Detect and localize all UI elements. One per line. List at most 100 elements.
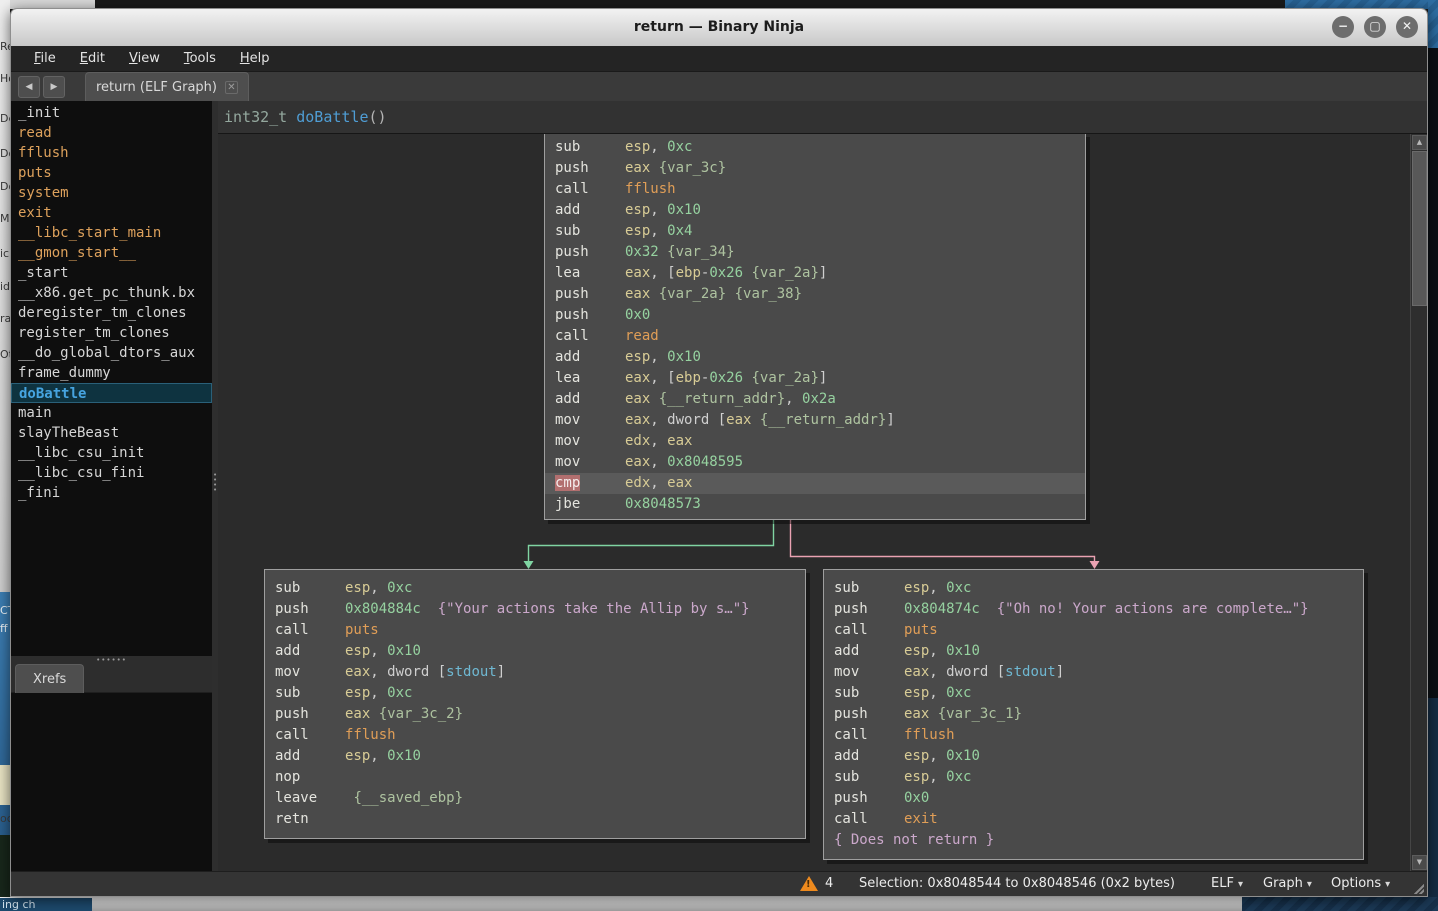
asm-line[interactable]: subesp, 0xc bbox=[824, 767, 1363, 788]
title-bar[interactable]: return — Binary Ninja − ▢ ✕ bbox=[11, 9, 1427, 46]
resize-grip-icon[interactable] bbox=[1412, 882, 1424, 894]
asm-line[interactable]: callread bbox=[545, 326, 1085, 347]
menu-item-tools[interactable]: Tools bbox=[173, 48, 227, 69]
sidebar-function-main[interactable]: main bbox=[11, 403, 212, 423]
close-button[interactable]: ✕ bbox=[1396, 16, 1418, 38]
desktop-text-fragment: Ot bbox=[0, 348, 10, 361]
asm-line[interactable]: subesp, 0xc bbox=[265, 578, 805, 599]
statusbar-menu-options[interactable]: Options▾ bbox=[1331, 876, 1390, 891]
graph-view[interactable]: subesp, 0xcpusheax {var_3c}callfflushadd… bbox=[218, 134, 1427, 871]
asm-line[interactable]: pusheax {var_3c} bbox=[545, 158, 1085, 179]
document-tab[interactable]: return (ELF Graph) ✕ bbox=[85, 72, 249, 101]
asm-line[interactable]: addesp, 0x10 bbox=[265, 746, 805, 767]
asm-line[interactable]: pusheax {var_3c_2} bbox=[265, 704, 805, 725]
sidebar-function-slayTheBeast[interactable]: slayTheBeast bbox=[11, 423, 212, 443]
asm-line[interactable]: subesp, 0xc bbox=[265, 683, 805, 704]
asm-line[interactable]: { Does not return } bbox=[824, 830, 1363, 851]
menu-item-file[interactable]: File bbox=[23, 48, 67, 69]
asm-line[interactable]: retn bbox=[265, 809, 805, 830]
asm-line[interactable]: push0x0 bbox=[824, 788, 1363, 809]
minimize-button[interactable]: − bbox=[1332, 16, 1354, 38]
graph-scrollbar[interactable]: ▲ ▼ bbox=[1410, 134, 1427, 871]
asm-line[interactable]: callputs bbox=[265, 620, 805, 641]
nav-forward-button[interactable]: ▶ bbox=[43, 76, 65, 98]
asm-line[interactable]: moveax, dword [stdout] bbox=[265, 662, 805, 683]
sidebar-function-__x86.get_pc_thunk.bx[interactable]: __x86.get_pc_thunk.bx bbox=[11, 283, 212, 303]
asm-line[interactable]: callfflush bbox=[824, 725, 1363, 746]
asm-line[interactable]: callfflush bbox=[545, 179, 1085, 200]
asm-line[interactable]: moveax, dword [eax {__return_addr}] bbox=[545, 410, 1085, 431]
nav-back-button[interactable]: ◀ bbox=[18, 76, 40, 98]
basic-block-condition[interactable]: subesp, 0xcpusheax {var_3c}callfflushadd… bbox=[544, 134, 1086, 520]
sidebar-function-puts[interactable]: puts bbox=[11, 163, 212, 183]
asm-line[interactable]: subesp, 0x4 bbox=[545, 221, 1085, 242]
menu-item-help[interactable]: Help bbox=[229, 48, 281, 69]
sidebar-function-__libc_csu_fini[interactable]: __libc_csu_fini bbox=[11, 463, 212, 483]
sidebar-function-__do_global_dtors_aux[interactable]: __do_global_dtors_aux bbox=[11, 343, 212, 363]
tab-bar: ◀ ▶ return (ELF Graph) ✕ bbox=[11, 72, 1427, 101]
asm-line[interactable]: push0x0 bbox=[545, 305, 1085, 326]
asm-line[interactable]: nop bbox=[265, 767, 805, 788]
signature-parens: () bbox=[369, 108, 387, 126]
sidebar-function-doBattle[interactable]: doBattle bbox=[11, 383, 212, 403]
asm-line[interactable]: push0x804884c {"Your actions take the Al… bbox=[265, 599, 805, 620]
scrollbar-thumb[interactable] bbox=[1412, 151, 1427, 306]
asm-line[interactable]: movedx, eax bbox=[545, 431, 1085, 452]
asm-line[interactable]: moveax, dword [stdout] bbox=[824, 662, 1363, 683]
asm-line[interactable]: addesp, 0x10 bbox=[265, 641, 805, 662]
asm-line[interactable]: pusheax {var_3c_1} bbox=[824, 704, 1363, 725]
menu-item-view[interactable]: View bbox=[118, 48, 171, 69]
xrefs-panel[interactable] bbox=[11, 693, 212, 871]
statusbar-menu-graph[interactable]: Graph▾ bbox=[1263, 876, 1312, 891]
menu-item-edit[interactable]: Edit bbox=[69, 48, 116, 69]
asm-line[interactable]: addesp, 0x10 bbox=[545, 347, 1085, 368]
sidebar-function-__libc_csu_init[interactable]: __libc_csu_init bbox=[11, 443, 212, 463]
sidebar-function-deregister_tm_clones[interactable]: deregister_tm_clones bbox=[11, 303, 212, 323]
asm-line[interactable]: subesp, 0xc bbox=[545, 137, 1085, 158]
asm-line[interactable]: push0x804874c {"Oh no! Your actions are … bbox=[824, 599, 1363, 620]
sidebar-function-system[interactable]: system bbox=[11, 183, 212, 203]
asm-line[interactable]: callfflush bbox=[265, 725, 805, 746]
sidebar-function-read[interactable]: read bbox=[11, 123, 212, 143]
asm-line[interactable]: subesp, 0xc bbox=[824, 683, 1363, 704]
desktop-text-fragment: Do bbox=[0, 147, 10, 160]
asm-line[interactable]: addesp, 0x10 bbox=[824, 746, 1363, 767]
selection-status: Selection: 0x8048544 to 0x8048546 (0x2 b… bbox=[859, 876, 1175, 891]
asm-line[interactable]: leave {__saved_ebp} bbox=[265, 788, 805, 809]
signature-function-name[interactable]: doBattle bbox=[296, 108, 368, 126]
sidebar-function-_init[interactable]: _init bbox=[11, 103, 212, 123]
sidebar-function-exit[interactable]: exit bbox=[11, 203, 212, 223]
asm-line[interactable]: addesp, 0x10 bbox=[824, 641, 1363, 662]
asm-line[interactable]: leaeax, [ebp-0x26 {var_2a}] bbox=[545, 368, 1085, 389]
asm-line[interactable]: addesp, 0x10 bbox=[545, 200, 1085, 221]
asm-line[interactable]: subesp, 0xc bbox=[824, 578, 1363, 599]
asm-line[interactable]: callputs bbox=[824, 620, 1363, 641]
asm-line[interactable]: moveax, 0x8048595 bbox=[545, 452, 1085, 473]
basic-block-true[interactable]: subesp, 0xcpush0x804884c {"Your actions … bbox=[264, 569, 806, 839]
asm-line[interactable]: pusheax {var_2a} {var_38} bbox=[545, 284, 1085, 305]
asm-line[interactable]: jbe0x8048573 bbox=[545, 494, 1085, 515]
asm-line[interactable]: cmpedx, eax bbox=[545, 473, 1085, 494]
scrollbar-up-icon[interactable]: ▲ bbox=[1412, 135, 1427, 150]
sidebar-function-_fini[interactable]: _fini bbox=[11, 483, 212, 503]
selected-token[interactable]: cmp bbox=[555, 475, 580, 491]
sidebar-function-fflush[interactable]: fflush bbox=[11, 143, 212, 163]
sidebar-function-__libc_start_main[interactable]: __libc_start_main bbox=[11, 223, 212, 243]
asm-line[interactable]: push0x32 {var_34} bbox=[545, 242, 1085, 263]
asm-line[interactable]: callexit bbox=[824, 809, 1363, 830]
sidebar-function-__gmon_start__[interactable]: __gmon_start__ bbox=[11, 243, 212, 263]
asm-line[interactable]: addeax {__return_addr}, 0x2a bbox=[545, 389, 1085, 410]
sidebar-function-_start[interactable]: _start bbox=[11, 263, 212, 283]
basic-block-false[interactable]: subesp, 0xcpush0x804874c {"Oh no! Your a… bbox=[823, 569, 1364, 860]
asm-line[interactable]: leaeax, [ebp-0x26 {var_2a}] bbox=[545, 263, 1085, 284]
tab-xrefs[interactable]: Xrefs bbox=[15, 664, 84, 693]
function-list[interactable]: _initreadfflushputssystemexit__libc_star… bbox=[11, 101, 212, 656]
horizontal-splitter[interactable]: •••••• bbox=[11, 656, 212, 664]
scrollbar-down-icon[interactable]: ▼ bbox=[1412, 855, 1427, 870]
maximize-button[interactable]: ▢ bbox=[1364, 16, 1386, 38]
warning-icon[interactable] bbox=[800, 876, 818, 891]
sidebar-function-frame_dummy[interactable]: frame_dummy bbox=[11, 363, 212, 383]
sidebar-function-register_tm_clones[interactable]: register_tm_clones bbox=[11, 323, 212, 343]
tab-close-icon[interactable]: ✕ bbox=[225, 81, 238, 94]
statusbar-menu-elf[interactable]: ELF▾ bbox=[1211, 876, 1243, 891]
